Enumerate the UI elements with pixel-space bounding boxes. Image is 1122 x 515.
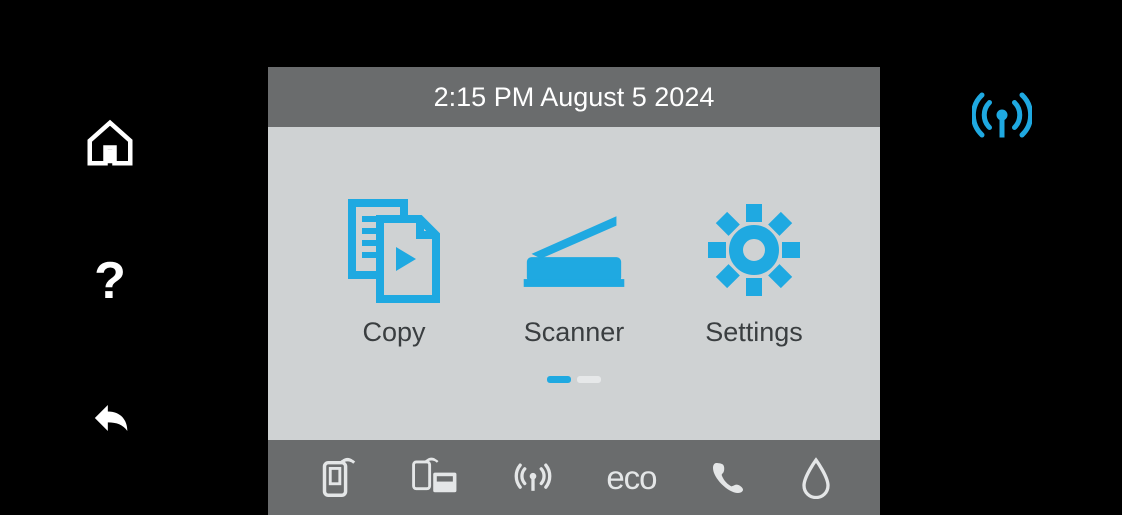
home-icon <box>83 116 137 170</box>
copy-icon <box>339 195 449 305</box>
page-dot-2 <box>577 376 601 383</box>
app-grid: Copy Scanner <box>339 195 809 348</box>
settings-app[interactable]: Settings <box>699 195 809 348</box>
help-button[interactable]: ? <box>94 251 126 311</box>
bottom-bar: eco <box>268 440 880 515</box>
eco-button[interactable]: eco <box>606 459 656 497</box>
status-bar[interactable]: 2:15 PM August 5 2024 <box>268 67 880 127</box>
print-anywhere-icon <box>410 455 460 501</box>
page-dot-1 <box>547 376 571 383</box>
print-anywhere-button[interactable] <box>410 455 460 501</box>
ink-button[interactable] <box>798 457 834 499</box>
touchscreen: 2:15 PM August 5 2024 <box>268 67 880 515</box>
back-icon <box>84 392 136 444</box>
home-button[interactable] <box>83 116 137 170</box>
copy-label: Copy <box>362 317 425 348</box>
wireless-status-button[interactable] <box>972 85 1032 150</box>
phone-icon <box>708 458 748 498</box>
scanner-app[interactable]: Scanner <box>519 195 629 348</box>
wireless-button[interactable] <box>511 456 555 500</box>
settings-label: Settings <box>705 317 803 348</box>
settings-icon <box>699 195 809 305</box>
wireless-icon <box>972 85 1032 145</box>
ink-icon <box>798 457 834 499</box>
back-button[interactable] <box>84 392 136 444</box>
touch-print-button[interactable] <box>313 455 359 501</box>
eco-icon: eco <box>606 459 656 497</box>
scanner-icon <box>519 195 629 305</box>
page-indicator[interactable] <box>547 376 601 383</box>
touch-print-icon <box>313 455 359 501</box>
app-area: Copy Scanner <box>268 127 880 440</box>
copy-app[interactable]: Copy <box>339 195 449 348</box>
scanner-label: Scanner <box>524 317 625 348</box>
wireless-small-icon <box>511 456 555 500</box>
datetime-label: 2:15 PM August 5 2024 <box>434 82 715 113</box>
left-nav: ? <box>75 0 145 515</box>
question-icon: ? <box>94 251 126 311</box>
phone-button[interactable] <box>708 458 748 498</box>
